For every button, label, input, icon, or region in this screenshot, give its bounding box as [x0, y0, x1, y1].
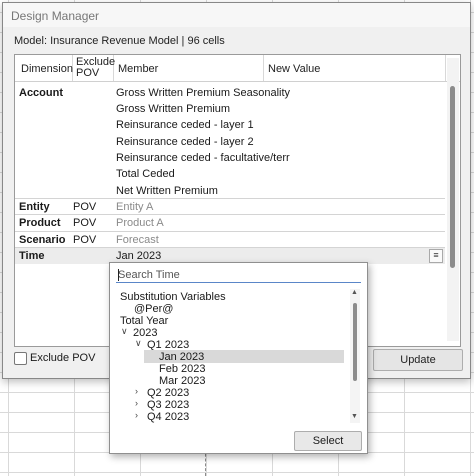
account-member-row[interactable]: Net Written Premium	[15, 183, 445, 199]
pov-indicator: POV	[73, 217, 97, 229]
member-cell[interactable]: Forecast	[116, 234, 159, 246]
entity-row[interactable]: Entity POV Entity A	[15, 199, 445, 215]
column-header-exclude-pov[interactable]: Exclude POV	[72, 55, 115, 81]
account-member-row[interactable]: Total Ceded	[15, 166, 445, 182]
grid-header: Dimension Exclude POV Member New Value	[15, 55, 460, 82]
pov-indicator: POV	[73, 234, 97, 246]
chevron-right-icon[interactable]: ›	[135, 398, 145, 408]
tree-item-per[interactable]: @Per@	[132, 303, 348, 315]
member-cell[interactable]: Total Ceded	[116, 168, 175, 180]
account-row[interactable]: Account Gross Written Premium Seasonalit…	[15, 85, 445, 101]
time-tree: Substitution Variables @Per@ Total Year …	[110, 289, 350, 423]
chevron-right-icon[interactable]: ›	[135, 386, 145, 396]
dimension-label: Entity	[19, 201, 50, 213]
member-cell[interactable]: Reinsurance ceded - facultative/terr	[116, 152, 290, 164]
member-picker-icon[interactable]: ≡	[429, 249, 443, 263]
dialog-title: Design Manager	[11, 9, 100, 23]
text-caret	[118, 269, 119, 281]
scroll-down-icon[interactable]: ▼	[351, 413, 358, 420]
exclude-pov-label: Exclude POV	[30, 352, 96, 364]
account-member-row[interactable]: Reinsurance ceded - facultative/terr	[15, 150, 445, 166]
dimension-label: Scenario	[19, 234, 66, 246]
chevron-down-icon[interactable]: ∨	[135, 338, 145, 349]
scrollbar-thumb[interactable]	[353, 303, 357, 381]
tree-item-substitution-variables[interactable]: Substitution Variables	[120, 291, 348, 303]
member-cell[interactable]: Reinsurance ceded - layer 1	[116, 119, 254, 131]
dimension-label: Time	[19, 250, 45, 262]
tree-item-2023[interactable]: ∨ 2023	[121, 326, 348, 339]
select-button[interactable]: Select	[294, 431, 362, 451]
scenario-row[interactable]: Scenario POV Forecast	[15, 232, 445, 248]
chevron-right-icon[interactable]: ›	[135, 410, 145, 420]
tree-item-q3-2023[interactable]: › Q3 2023	[135, 398, 348, 411]
grid-scrollbar[interactable]	[447, 58, 459, 341]
member-cell[interactable]: Product A	[116, 217, 164, 229]
time-member-popup: Substitution Variables @Per@ Total Year …	[109, 262, 368, 454]
account-member-row[interactable]: Reinsurance ceded - layer 2	[15, 134, 445, 150]
product-row[interactable]: Product POV Product A	[15, 215, 445, 231]
popup-scrollbar[interactable]: ▲ ▼	[350, 289, 360, 423]
member-cell[interactable]: Jan 2023	[116, 250, 161, 262]
exclude-pov-checkbox[interactable]	[14, 352, 27, 365]
column-header-new-value[interactable]: New Value	[263, 55, 446, 81]
pov-indicator: POV	[73, 201, 97, 213]
tree-item-jan-2023[interactable]: Jan 2023	[144, 350, 344, 363]
search-time-field[interactable]	[116, 268, 361, 283]
chevron-down-icon[interactable]: ∨	[121, 326, 131, 337]
tree-item-q2-2023[interactable]: › Q2 2023	[135, 386, 348, 399]
dimension-label: Account	[19, 87, 63, 99]
member-cell[interactable]: Entity A	[116, 201, 153, 213]
member-cell[interactable]: Gross Written Premium	[116, 103, 230, 115]
scrollbar-thumb[interactable]	[450, 86, 455, 268]
tree-item-mar-2023[interactable]: Mar 2023	[147, 375, 348, 387]
column-header-member[interactable]: Member	[113, 55, 264, 81]
tree-item-q4-2023[interactable]: › Q4 2023	[135, 410, 348, 423]
tree-item-feb-2023[interactable]: Feb 2023	[147, 363, 348, 375]
account-member-row[interactable]: Gross Written Premium	[15, 101, 445, 117]
update-button[interactable]: Update	[373, 349, 463, 371]
tree-item-total-year[interactable]: Total Year	[120, 315, 348, 327]
member-cell[interactable]: Net Written Premium	[116, 185, 218, 197]
member-cell[interactable]: Gross Written Premium Seasonality	[116, 87, 290, 99]
column-header-dimension[interactable]: Dimension	[15, 55, 73, 81]
dimension-label: Product	[19, 217, 61, 229]
model-label: Model: Insurance Revenue Model | 96 cell…	[14, 35, 225, 47]
search-time-input[interactable]	[116, 268, 358, 281]
dialog-titlebar[interactable]: Design Manager	[3, 3, 470, 27]
member-cell[interactable]: Reinsurance ceded - layer 2	[116, 136, 254, 148]
scroll-up-icon[interactable]: ▲	[351, 289, 358, 296]
account-member-row[interactable]: Reinsurance ceded - layer 1	[15, 117, 445, 133]
